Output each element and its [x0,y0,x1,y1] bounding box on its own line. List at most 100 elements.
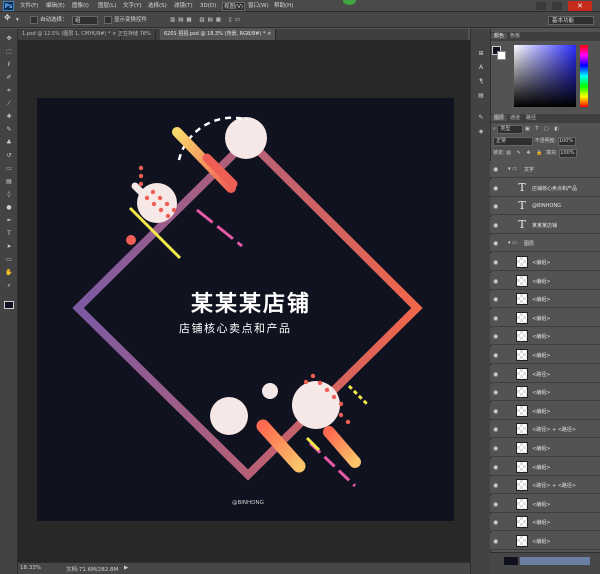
layer-row[interactable]: ◉ <编组> [490,533,600,550]
color-picker-field[interactable] [514,45,576,107]
menu-select[interactable]: 选择(S) [148,2,167,11]
layer-row[interactable]: ◉ T 某某某店铺 [490,216,600,234]
visibility-eye-icon[interactable]: ◉ [493,166,498,173]
status-arrow-icon[interactable]: ▶ [124,565,128,571]
layer-row[interactable]: ◉ <编组> [490,458,600,476]
layer-row[interactable]: ◉ <编组> [490,309,600,327]
menu-image[interactable]: 图像(I) [72,2,89,11]
toolbox-foreground-swatch[interactable] [4,301,14,309]
tab-saving[interactable]: 正在存储 78% [114,29,156,40]
filter-icons[interactable]: ▣ T ▢ ◧ [525,126,561,132]
menu-file[interactable]: 文件(F) [20,2,38,11]
visibility-eye-icon[interactable]: ◉ [493,389,498,396]
type-icon[interactable]: T [4,230,14,238]
paragraph-panel-icon[interactable]: ▤ [475,91,487,101]
layer-row[interactable]: ◉ <编组> [490,402,600,420]
marquee-icon[interactable]: ⬚ [4,48,14,56]
zoom-icon[interactable]: ⌕ [4,282,14,290]
menu-filter[interactable]: 滤镜(T) [174,2,193,11]
tab-swatches[interactable]: 色板 [507,33,523,39]
layer-row[interactable]: ◉ T 店铺核心卖点和产品 [490,179,600,197]
visibility-eye-icon[interactable]: ◉ [493,259,498,266]
menu-layer[interactable]: 图层(L) [98,2,116,11]
menu-help[interactable]: 帮助(H) [274,2,293,11]
gradient-icon[interactable]: ▤ [4,178,14,186]
visibility-eye-icon[interactable]: ◉ [493,296,498,303]
healing-icon[interactable]: ✚ [4,113,14,121]
pen-icon[interactable]: ✒ [4,217,14,225]
history-brush-icon[interactable]: ↺ [4,152,14,160]
stamp-icon[interactable]: ♣ [4,139,14,147]
visibility-eye-icon[interactable]: ◉ [493,203,498,210]
lasso-icon[interactable]: ℓ [4,61,14,69]
shape-icon[interactable]: ▭ [4,256,14,264]
show-transform-checkbox[interactable] [104,16,112,24]
layer-row[interactable]: ◉ <路径> + <路径> [490,421,600,439]
visibility-eye-icon[interactable]: ◉ [493,185,498,192]
brush-panel-icon[interactable]: ✎ [475,113,487,123]
tab-document-1[interactable]: 1.psd @ 12.5% (图层 1, CMYK/8#) * × [18,29,122,40]
visibility-eye-icon[interactable]: ◉ [493,501,498,508]
auto-select-dropdown[interactable]: 组 [72,16,98,25]
history-panel-icon[interactable]: ⊞ [475,49,487,59]
move-tool-icon[interactable]: ✥ [4,13,11,22]
fill-field[interactable]: 100% [559,149,578,158]
workspace-dropdown[interactable]: 基本功能 [548,16,594,25]
visibility-eye-icon[interactable]: ◉ [493,482,498,489]
tab-paths[interactable]: 路径 [523,115,539,121]
layer-row[interactable]: ◉ <编组> [490,272,600,290]
character-panel-icon[interactable]: ¶ [475,77,487,87]
eraser-icon[interactable]: ▭ [4,165,14,173]
selected-layer-bar[interactable] [520,557,590,565]
opacity-field[interactable]: 100% [557,137,576,146]
layer-row[interactable]: ◉ <路径> [490,365,600,383]
menu-type[interactable]: 文字(Y) [123,2,142,11]
menu-edit[interactable]: 编辑(E) [46,2,65,11]
close-button[interactable]: ✕ [568,1,592,11]
visibility-eye-icon[interactable]: ◉ [493,278,498,285]
menu-window[interactable]: 窗口(W) [248,2,269,11]
visibility-eye-icon[interactable]: ◉ [493,240,498,247]
crop-icon[interactable]: ⌗ [4,87,14,95]
visibility-eye-icon[interactable]: ◉ [493,445,498,452]
layer-row[interactable]: ◉ <编组> [490,495,600,513]
tab-layers[interactable]: 图层 [491,115,508,121]
visibility-eye-icon[interactable]: ◉ [493,408,498,415]
layer-row[interactable]: ◉ <路径> + <路径> [490,477,600,495]
tool-preset-arrow-icon[interactable]: ▾ [16,16,19,25]
layer-row[interactable]: ◉ <编组> [490,254,600,271]
layer-row[interactable]: ◉ ▾ ▭ 文字 [490,161,600,178]
move-icon[interactable]: ✥ [4,35,14,43]
visibility-eye-icon[interactable]: ◉ [493,371,498,378]
menu-3d[interactable]: 3D(D) [200,2,216,11]
layer-row[interactable]: ◉ T @BINHONG [490,198,600,216]
layer-row[interactable]: ◉ <编组> [490,384,600,402]
background-color-swatch[interactable] [497,51,506,60]
layer-row[interactable]: ◉ <编组> [490,328,600,346]
layer-row[interactable]: ◉ <编组> [490,347,600,364]
layer-row[interactable]: ◉ ▾ ▭ 图层 [490,235,600,253]
artwork-canvas[interactable]: 某某某店铺 店铺核心卖点和产品 @BINHONG [37,98,454,521]
hand-icon[interactable]: ✋ [4,269,14,277]
menu-view[interactable]: 视图(V) [222,2,246,11]
zoom-level[interactable]: 18.33% [20,565,41,571]
clone-panel-icon[interactable]: ◈ [475,127,487,137]
align-icons[interactable]: ▥▤▦ ▥▤▦ ▯▭ [170,16,243,25]
tab-color[interactable]: 颜色 [491,33,508,39]
layer-row[interactable]: ◉ <编组> [490,440,600,457]
auto-select-checkbox[interactable] [30,16,38,24]
folder-icon[interactable]: ▾ ▭ [508,166,517,172]
visibility-eye-icon[interactable]: ◉ [493,315,498,322]
visibility-eye-icon[interactable]: ◉ [493,352,498,359]
maximize-button[interactable] [552,2,562,10]
visibility-eye-icon[interactable]: ◉ [493,464,498,471]
layer-row[interactable]: ◉ <编组> [490,514,600,532]
visibility-eye-icon[interactable]: ◉ [493,426,498,433]
visibility-eye-icon[interactable]: ◉ [493,538,498,545]
visibility-eye-icon[interactable]: ◉ [493,222,498,229]
layer-row[interactable]: ◉ <编组> [490,291,600,309]
eyedropper-icon[interactable]: ⁄ [4,100,14,108]
visibility-eye-icon[interactable]: ◉ [493,333,498,340]
blend-mode-dropdown[interactable]: 正常 [493,137,533,146]
tab-channels[interactable]: 通道 [507,115,523,121]
